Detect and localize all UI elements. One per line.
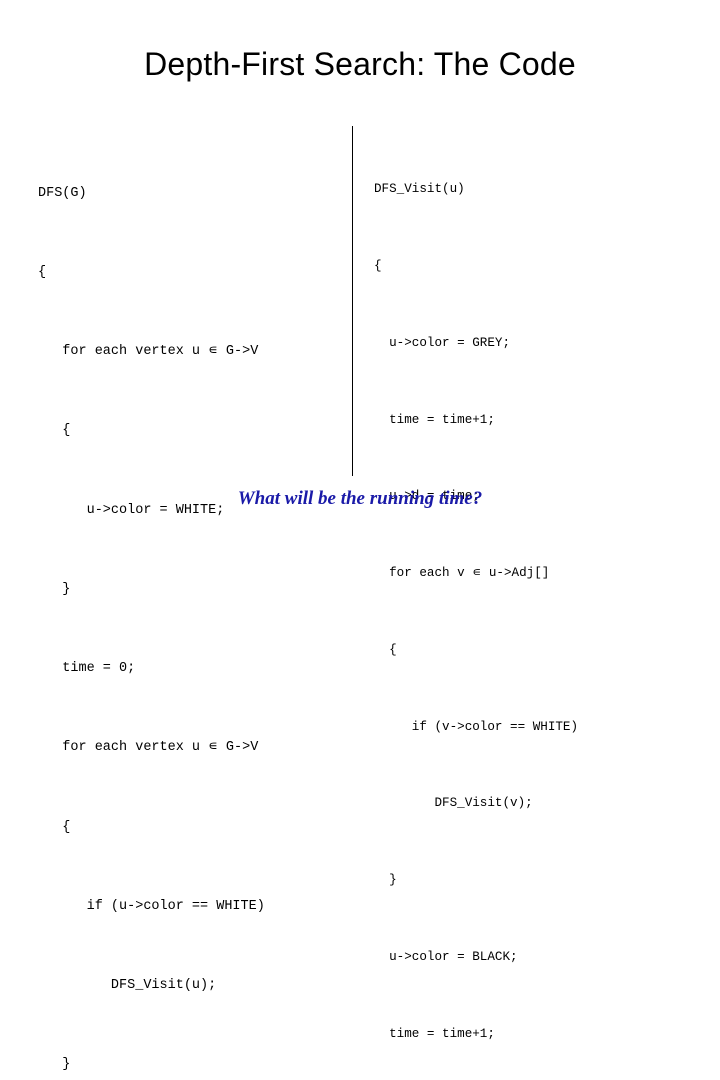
code-line: DFS_Visit(v); [374, 796, 533, 811]
code-line: for each v ∊ u->Adj[] [374, 566, 550, 581]
code-line: } [374, 873, 397, 888]
code-line: u->color = BLACK; [374, 950, 518, 964]
code-line: if (v->color == WHITE) [374, 719, 579, 734]
code-block-dfs: DFS(G) { for each vertex u ∊ G->V { u->c… [38, 128, 348, 1080]
code-line: if (u->color == WHITE) [38, 898, 265, 914]
code-line: { [38, 265, 47, 281]
code-block-dfs-visit: DFS_Visit(u) { u->color = GREY; time = t… [374, 126, 704, 1080]
code-line: { [374, 642, 397, 657]
code-line: u->color = GREY; [374, 335, 511, 350]
code-line: for each vertex u ∊ G->V [38, 344, 259, 360]
code-line: for each vertex u ∊ G->V [38, 740, 259, 756]
code-line: DFS_Visit(u); [38, 978, 217, 993]
page-title: Depth-First Search: The Code [144, 46, 576, 82]
code-line: } [38, 581, 71, 597]
slide-root: Depth-First Search: The Code DFS(G) { fo… [0, 0, 720, 1072]
code-line: { [374, 258, 382, 273]
code-line: { [38, 819, 71, 835]
column-divider [352, 126, 353, 476]
code-line: time = 0; [38, 661, 136, 677]
slide-question: What will be the running time? [237, 488, 483, 509]
code-line: { [38, 423, 71, 439]
code-line: time = time+1; [374, 412, 495, 427]
code-line: DFS(G) [38, 185, 87, 201]
code-line: DFS_Visit(u) [374, 182, 465, 197]
code-line: time = time+1; [374, 1026, 495, 1041]
code-line: } [38, 1057, 71, 1073]
